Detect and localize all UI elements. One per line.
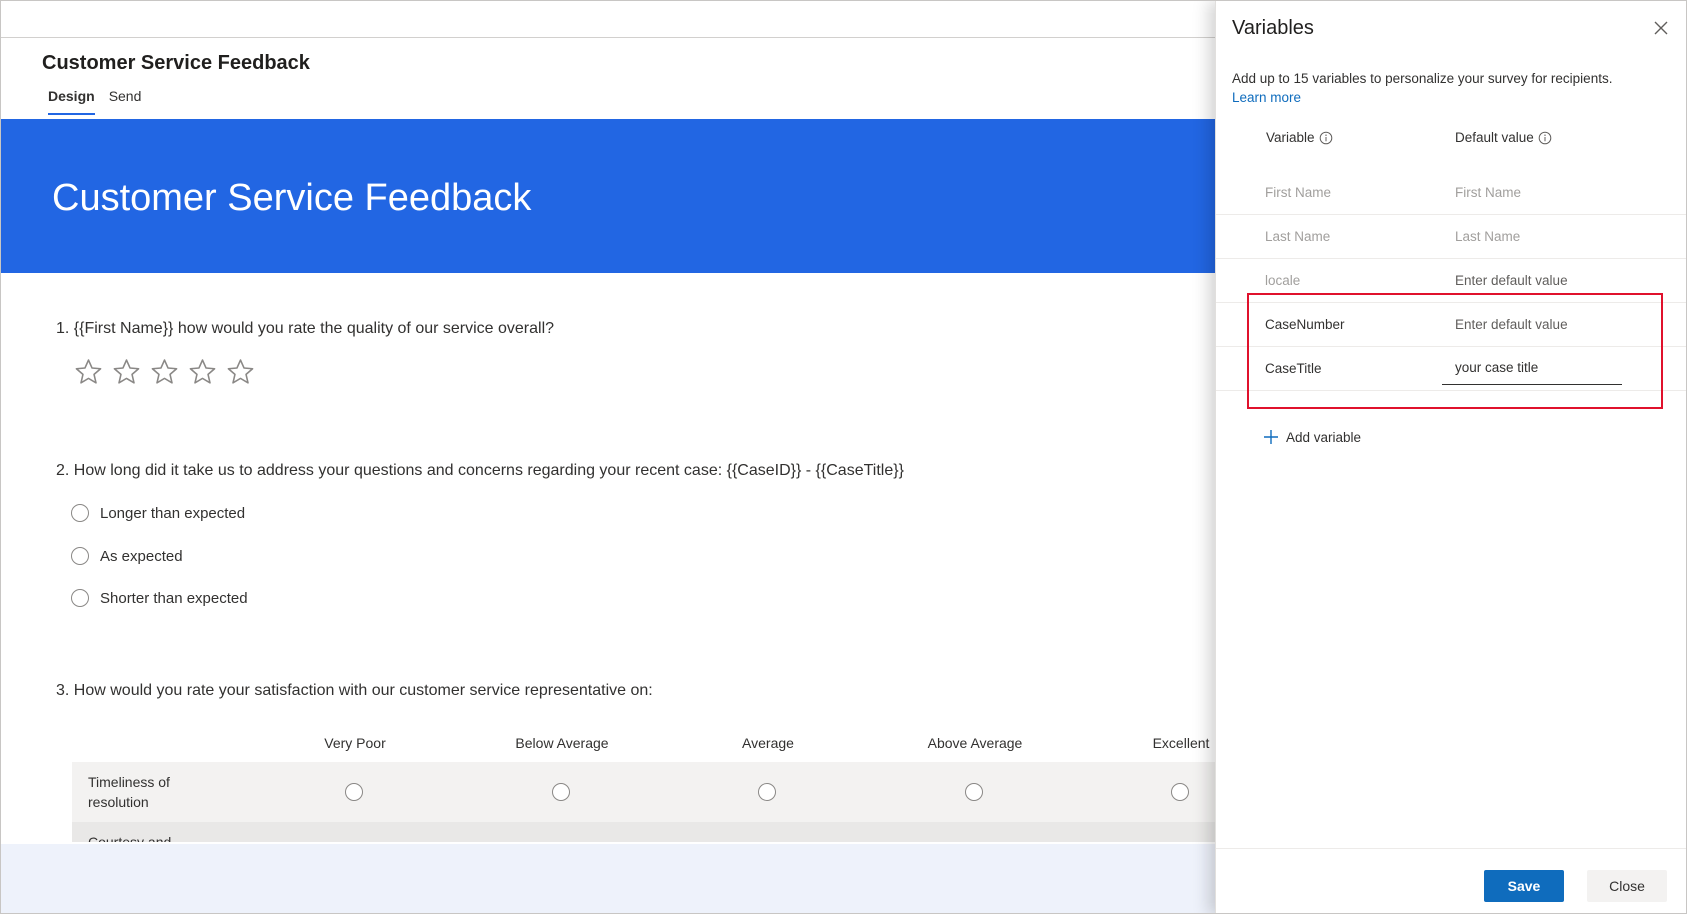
matrix-row-label: Timeliness of resolution bbox=[88, 774, 170, 810]
matrix-radio[interactable] bbox=[965, 783, 983, 801]
variables-panel: Variables Add up to 15 variables to pers… bbox=[1215, 1, 1686, 913]
variable-name[interactable]: CaseTitle bbox=[1265, 361, 1322, 376]
choice-option[interactable]: Shorter than expected bbox=[71, 589, 248, 607]
variable-row: First Name First Name bbox=[1216, 171, 1686, 215]
variable-name[interactable]: CaseNumber bbox=[1265, 317, 1345, 332]
variable-row: CaseTitle bbox=[1216, 347, 1686, 391]
star-icon[interactable] bbox=[112, 357, 141, 386]
matrix-column-header: Above Average bbox=[927, 735, 1023, 751]
star-icon[interactable] bbox=[188, 357, 217, 386]
variable-row: Last Name Last Name bbox=[1216, 215, 1686, 259]
close-icon[interactable] bbox=[1652, 19, 1670, 37]
top-strip bbox=[1, 1, 1215, 38]
default-value-input[interactable] bbox=[1442, 351, 1622, 385]
plus-icon bbox=[1263, 429, 1279, 445]
add-variable-label: Add variable bbox=[1286, 429, 1362, 445]
star-icon[interactable] bbox=[150, 357, 179, 386]
matrix-column-header: Average bbox=[742, 735, 794, 751]
choice-label: As expected bbox=[100, 547, 183, 565]
column-header-label: Default value bbox=[1455, 130, 1534, 145]
info-icon[interactable] bbox=[1319, 131, 1333, 145]
survey-designer: Customer Service Feedback Design Send Cu… bbox=[1, 1, 1215, 913]
matrix-column-header: Very Poor bbox=[324, 735, 386, 751]
star-rating bbox=[74, 357, 255, 386]
variable-default: First Name bbox=[1455, 185, 1522, 200]
choice-option[interactable]: Longer than expected bbox=[71, 504, 245, 522]
info-icon[interactable] bbox=[1538, 131, 1552, 145]
close-button[interactable]: Close bbox=[1587, 870, 1667, 902]
variable-row: CaseNumber Enter default value bbox=[1216, 303, 1686, 347]
question-1-text: 1. {{First Name}} how would you rate the… bbox=[56, 320, 555, 337]
default-value-placeholder[interactable]: Enter default value bbox=[1455, 317, 1568, 332]
matrix-row: Timeliness of resolution bbox=[72, 762, 1215, 822]
bottom-overlay bbox=[1, 844, 1215, 913]
variable-name: locale bbox=[1265, 273, 1301, 288]
column-header-default: Default value bbox=[1455, 130, 1552, 145]
choice-label: Longer than expected bbox=[100, 504, 246, 522]
panel-footer: Save Close bbox=[1216, 848, 1686, 913]
radio-button[interactable] bbox=[71, 504, 89, 522]
tab-send[interactable]: Send bbox=[109, 88, 142, 115]
survey-name: Customer Service Feedback bbox=[42, 52, 310, 74]
window-frame: Customer Service Feedback Design Send Cu… bbox=[0, 0, 1687, 914]
matrix-radio[interactable] bbox=[1171, 783, 1189, 801]
variable-default: Last Name bbox=[1455, 229, 1521, 244]
tab-bar: Design Send bbox=[48, 88, 141, 115]
matrix-column-header: Below Average bbox=[515, 735, 609, 751]
save-button[interactable]: Save bbox=[1484, 870, 1564, 902]
matrix-radio[interactable] bbox=[345, 783, 363, 801]
variable-name: Last Name bbox=[1265, 229, 1331, 244]
learn-more-link[interactable]: Learn more bbox=[1232, 88, 1301, 107]
star-icon[interactable] bbox=[74, 357, 103, 386]
star-icon[interactable] bbox=[226, 357, 255, 386]
survey-banner[interactable]: Customer Service Feedback bbox=[1, 119, 1215, 273]
banner-title: Customer Service Feedback bbox=[52, 177, 532, 219]
column-header-label: Variable bbox=[1266, 130, 1315, 145]
description-text: Add up to 15 variables to personalize yo… bbox=[1232, 71, 1613, 86]
question-2-text: 2. How long did it take us to address yo… bbox=[56, 462, 904, 479]
question-3-text: 3. How would you rate your satisfaction … bbox=[56, 682, 653, 699]
choice-label: Shorter than expected bbox=[100, 589, 248, 607]
matrix-radio[interactable] bbox=[552, 783, 570, 801]
variable-default[interactable]: Enter default value bbox=[1455, 273, 1568, 288]
column-header-variable: Variable bbox=[1266, 130, 1333, 145]
matrix-row-label: Courtesy and bbox=[88, 834, 172, 842]
radio-button[interactable] bbox=[71, 589, 89, 607]
radio-button[interactable] bbox=[71, 547, 89, 565]
matrix-row: Courtesy and bbox=[72, 822, 1215, 842]
choice-option[interactable]: As expected bbox=[71, 547, 183, 565]
variable-name: First Name bbox=[1265, 185, 1332, 200]
matrix-radio[interactable] bbox=[758, 783, 776, 801]
panel-title: Variables bbox=[1232, 17, 1314, 39]
panel-description: Add up to 15 variables to personalize yo… bbox=[1232, 69, 1662, 107]
variable-row: locale Enter default value bbox=[1216, 259, 1686, 303]
tab-design[interactable]: Design bbox=[48, 88, 95, 115]
add-variable-button[interactable]: Add variable bbox=[1263, 429, 1361, 445]
